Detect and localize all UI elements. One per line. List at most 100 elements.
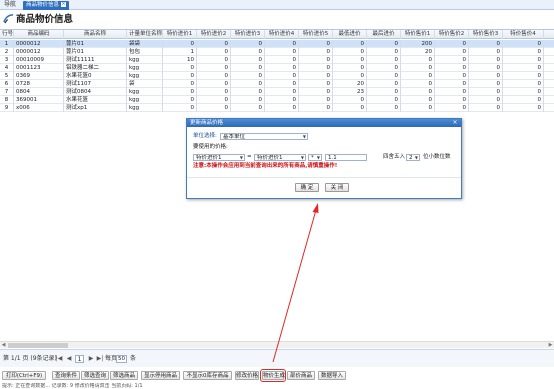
table-cell: 测试0804 [64, 88, 127, 96]
scroll-thumb[interactable] [8, 343, 68, 348]
update-price-dialog: 更新商品价格 × 单位选择: 基本单位 ▼ 要使用的价格: 特价进价1 ▼ = 特价… [186, 118, 462, 199]
scroll-left-icon[interactable]: ◀ [0, 342, 7, 349]
factor-input[interactable]: 1.1 [325, 154, 367, 161]
decimals-select[interactable]: 2 ▼ [406, 154, 420, 161]
table-row[interactable]: 7 0804 测试0804 kgg 0 0 0 0 0 23 0 0 0 0 0 [0, 88, 554, 96]
toolbar-button[interactable]: 物价生成 [260, 369, 286, 382]
table-cell: 0 [333, 56, 367, 64]
page-title: 商品物价信息 [3, 12, 73, 28]
table-row[interactable]: 8 369001 水果花篮 kgg 0 0 0 0 0 0 0 0 0 0 0 [0, 96, 554, 104]
toolbar-button[interactable]: 查询条件 [52, 371, 80, 380]
table-cell: 0 [469, 72, 503, 80]
last-page-icon[interactable]: ▶| [96, 355, 104, 363]
column-header[interactable]: 特价进价3 [231, 30, 265, 39]
table-cell: 0 [435, 72, 469, 80]
tab-price-info[interactable]: 商品物价信息 × [23, 1, 70, 10]
table-cell: 0 [503, 48, 544, 56]
table-cell: 0 [401, 104, 435, 112]
table-cell: 0 [231, 104, 265, 112]
page-size-input[interactable]: 50 [116, 355, 127, 363]
page-number-input[interactable]: 1 [75, 355, 84, 363]
table-cell: 0 [401, 80, 435, 88]
table-cell: 0 [367, 40, 401, 48]
table-cell: 铝铁器二梯二 [64, 64, 127, 72]
table-cell: 0 [231, 40, 265, 48]
table-cell: 0728 [14, 80, 64, 88]
next-page-icon[interactable]: ▶ [87, 355, 95, 363]
table-cell: 1 [163, 48, 197, 56]
column-header[interactable]: 商品名称 [64, 30, 127, 39]
table-row[interactable]: 6 0728 测试1107 袋 0 0 0 0 0 20 0 0 0 0 0 [0, 80, 554, 88]
table-cell: 0 [163, 40, 197, 48]
toolbar-button[interactable]: 筛选商品 [110, 371, 138, 380]
table-cell: 20 [333, 80, 367, 88]
first-page-icon[interactable]: |◀ [55, 355, 63, 363]
column-header[interactable]: 特价进价4 [265, 30, 299, 39]
column-header[interactable]: 特价售价3 [469, 30, 503, 39]
column-header[interactable]: 行号 [0, 30, 14, 39]
column-header[interactable]: 最后进价 [367, 30, 401, 39]
app-window: 导航 商品物价信息 × 商品物价信息 行号 商品编码 商品名称 计量单位名称 特价进价1 特… [0, 0, 554, 389]
table-cell: 0 [197, 40, 231, 48]
table-cell: 0 [503, 80, 544, 88]
column-header[interactable]: 特价售价2 [435, 30, 469, 39]
close-icon[interactable]: × [452, 119, 458, 127]
table-cell: 0 [401, 88, 435, 96]
close-icon[interactable]: × [61, 2, 67, 7]
table-cell: 6 [0, 80, 14, 88]
equals-sign: = [247, 154, 252, 160]
column-header[interactable]: 特价售价4 [503, 30, 544, 39]
target-price-select[interactable]: 特价进价1 ▼ [193, 154, 245, 161]
table-cell: 0 [469, 88, 503, 96]
table-row[interactable]: 1 0000012 蓖片01 袋袋 0 0 0 0 0 0 0 200 0 0 0 [0, 40, 554, 48]
table-cell: 0 [299, 40, 333, 48]
table-cell: 0 [231, 48, 265, 56]
table-cell: x006 [14, 104, 64, 112]
source-price-select[interactable]: 特价进价1 ▼ [254, 154, 306, 161]
column-header[interactable]: 特价进价5 [299, 30, 333, 39]
column-header[interactable]: 特价进价2 [197, 30, 231, 39]
status-bar: 提示: 正在查询数据... 记录数: 9 修改价格请双击 当前页码: 1/1 [2, 383, 143, 389]
table-cell: 0 [401, 56, 435, 64]
chevron-down-icon: ▼ [414, 155, 418, 160]
table-cell: 0 [503, 96, 544, 104]
column-header[interactable]: 特价售价1 [401, 30, 435, 39]
table-cell: 0 [299, 48, 333, 56]
table-cell: 0 [265, 96, 299, 104]
toolbar-button[interactable]: 数据导入 [318, 371, 346, 380]
tab-nav[interactable]: 导航 [2, 1, 18, 9]
column-header[interactable]: 特价进价1 [163, 30, 197, 39]
table-row[interactable]: 3 00010009 测试11111 kgg 10 0 0 0 0 0 0 0 0 0 0 [0, 56, 554, 64]
toolbar-button[interactable]: 部价商品 [287, 371, 315, 380]
column-header[interactable]: 计量单位名称 [127, 30, 163, 39]
table-cell: kgg [127, 56, 163, 64]
toolbar-button[interactable]: 不显示0库存商品 [183, 371, 232, 380]
chevron-down-icon: ▼ [302, 134, 306, 139]
operator-select[interactable]: * ▼ [308, 154, 322, 161]
unit-select[interactable]: 基本单位 ▼ [220, 133, 308, 140]
table-cell: 0 [299, 88, 333, 96]
horizontal-scrollbar[interactable]: ◀ ▶ [0, 341, 554, 348]
table-cell: 0 [503, 64, 544, 72]
column-header[interactable]: 最低进价 [333, 30, 367, 39]
toolbar-button[interactable]: 显示停用商品 [141, 371, 180, 380]
table-cell: 袋 [127, 80, 163, 88]
table-row[interactable]: 4 0001123 铝铁器二梯二 kgg 0 0 0 0 0 0 0 0 0 0 0 [0, 64, 554, 72]
scroll-right-icon[interactable]: ▶ [547, 342, 554, 349]
table-row[interactable]: 9 x006 测试xp1 kgg 0 0 0 0 0 0 0 0 0 0 0 [0, 104, 554, 112]
table-row[interactable]: 5 0369 水果花篮0 kgg 0 0 0 0 0 0 0 0 0 0 0 [0, 72, 554, 80]
close-button[interactable]: 关 闭 [325, 183, 349, 192]
ok-button[interactable]: 确 定 [295, 183, 319, 192]
table-cell: 0 [163, 64, 197, 72]
toolbar-button[interactable]: 修改价格 [235, 371, 259, 380]
prev-page-icon[interactable]: ◀ [65, 355, 73, 363]
table-cell: 0 [299, 64, 333, 72]
toolbar-button[interactable]: 筛选查询 [81, 371, 109, 380]
column-header[interactable]: 商品编码 [14, 30, 64, 39]
pager: 第 1/1 页 (9条记录) |◀ ◀ 1 ▶ ▶| 每页 50 条 [0, 349, 554, 367]
toolbar-button[interactable]: 打印(Ctrl+F9) [2, 371, 46, 380]
table-cell: 0 [231, 56, 265, 64]
table-cell: 0 [435, 104, 469, 112]
table-cell: kgg [127, 104, 163, 112]
table-row[interactable]: 2 0000012 蓖片01 包包 1 0 0 0 0 0 0 20 0 0 0 [0, 48, 554, 56]
